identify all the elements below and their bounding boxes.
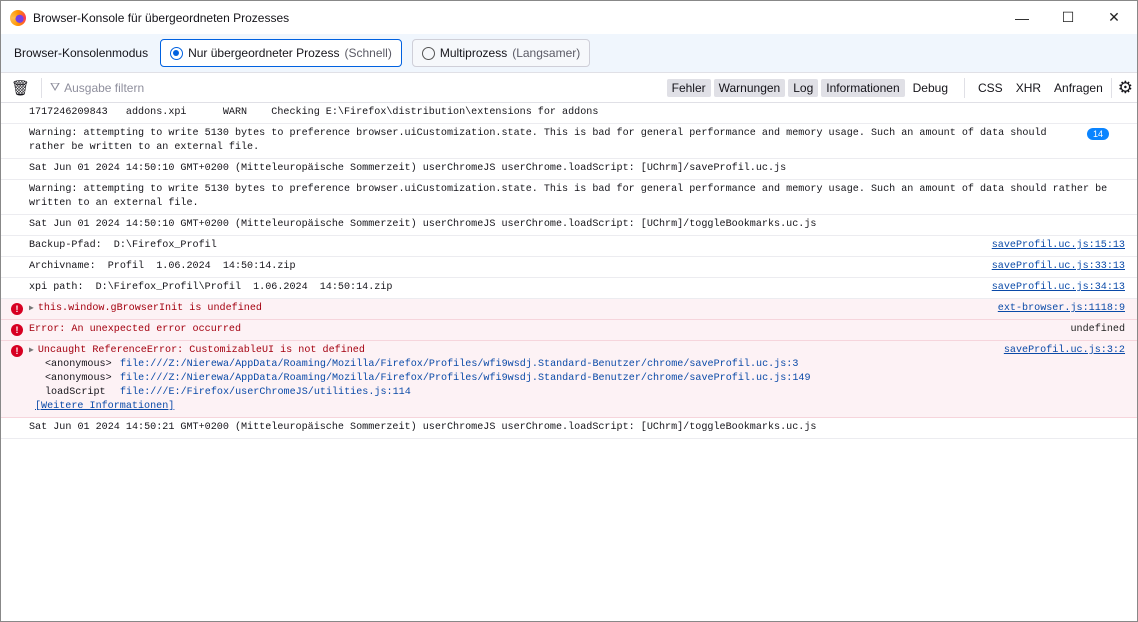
more-info-link[interactable]: [Weitere Informationen] bbox=[35, 401, 174, 412]
source-link[interactable]: saveProfil.uc.js:34:13 bbox=[992, 281, 1125, 295]
message-text: Warning: attempting to write 5130 bytes … bbox=[29, 184, 1114, 209]
close-button[interactable]: ✕ bbox=[1091, 1, 1137, 34]
funnel-icon: ⛛ bbox=[50, 80, 61, 94]
error-message: ! Error: An unexpected error occurred unde… bbox=[1, 320, 1137, 341]
filter-warnings[interactable]: Warnungen bbox=[713, 78, 786, 97]
message-text: Warning: attempting to write 5130 bytes … bbox=[29, 128, 1053, 153]
filter-xhr[interactable]: XHR bbox=[1011, 79, 1046, 97]
repeat-count-badge: 14 bbox=[1086, 128, 1109, 140]
mode-multiprocess-radio[interactable]: Multiprozess (Langsamer) bbox=[411, 39, 591, 67]
error-body: Error: An unexpected error occurred bbox=[29, 323, 1060, 337]
log-message: Backup-Pfad: D:\Firefox_Profil saveProfil… bbox=[1, 236, 1137, 257]
message-text: Sat Jun 01 2024 14:50:10 GMT+0200 (Mitte… bbox=[29, 163, 787, 174]
message-text: Backup-Pfad: D:\Firefox_Profil bbox=[29, 240, 217, 251]
frame-function: <anonymous> bbox=[45, 359, 112, 370]
filter-requests[interactable]: Anfragen bbox=[1049, 79, 1108, 97]
filter-info[interactable]: Informationen bbox=[821, 78, 905, 97]
error-line: ▶ this.window.gBrowserInit is undefined bbox=[29, 302, 988, 316]
error-icon: ! bbox=[11, 345, 23, 357]
error-message: ! ▶ Uncaught ReferenceError: CustomizableU… bbox=[1, 341, 1137, 418]
message-text: xpi path: D:\Firefox_Profil\Profil 1.06.… bbox=[29, 282, 393, 293]
frame-location[interactable]: file:///Z:/Nierewa/AppData/Roaming/Mozil… bbox=[120, 373, 811, 384]
option-label: Multiprozess bbox=[439, 46, 508, 60]
log-message: Sat Jun 01 2024 14:50:21 GMT+0200 (Mitte… bbox=[1, 418, 1137, 439]
filter-log[interactable]: Log bbox=[788, 78, 819, 97]
frame-location[interactable]: file:///E:/Firefox/userChromeJS/utilitie… bbox=[120, 387, 411, 398]
error-icon: ! bbox=[11, 324, 23, 336]
divider bbox=[964, 77, 966, 98]
option-hint: (Schnell) bbox=[344, 46, 392, 60]
console-toolbar: 🗑 ⛛ Ausgabe filtern Fehler Warnungen Log… bbox=[1, 73, 1137, 103]
option-label: Nur übergeordneter Prozess bbox=[188, 46, 340, 60]
filter-debug[interactable]: Debug bbox=[908, 79, 953, 97]
error-line: ▶ Uncaught ReferenceError: CustomizableUI… bbox=[29, 344, 994, 358]
radio-icon bbox=[421, 46, 435, 60]
error-text: Uncaught ReferenceError: CustomizableUI … bbox=[37, 345, 365, 356]
firefox-logo-icon bbox=[10, 9, 26, 26]
window-title: Browser-Konsole für übergeordneten Proze… bbox=[33, 10, 290, 25]
log-message: Sat Jun 01 2024 14:50:10 GMT+0200 (Mitte… bbox=[1, 159, 1137, 180]
filter-css[interactable]: CSS bbox=[973, 79, 1008, 97]
expand-twisty-icon[interactable]: ▶ bbox=[29, 346, 34, 355]
minimize-button[interactable]: — bbox=[999, 1, 1045, 34]
stack-frame: <anonymous> file:///Z:/Nierewa/AppData/Ro… bbox=[29, 358, 994, 372]
option-hint: (Langsamer) bbox=[512, 46, 581, 60]
frame-location[interactable]: file:///Z:/Nierewa/AppData/Roaming/Mozil… bbox=[120, 359, 798, 370]
log-message: Warning: attempting to write 5130 bytes … bbox=[1, 180, 1137, 215]
message-text: Sat Jun 01 2024 14:50:21 GMT+0200 (Mitte… bbox=[29, 422, 817, 433]
title-bar: Browser-Konsole für übergeordneten Proze… bbox=[1, 1, 1137, 34]
console-mode-bar: Browser-Konsolenmodus Nur übergeordneter… bbox=[1, 34, 1137, 73]
source-link[interactable]: saveProfil.uc.js:3:2 bbox=[1004, 344, 1125, 414]
source-link[interactable]: saveProfil.uc.js:33:13 bbox=[992, 260, 1125, 274]
filter-errors[interactable]: Fehler bbox=[666, 78, 711, 97]
mode-label: Browser-Konsolenmodus bbox=[14, 46, 149, 60]
source-link[interactable]: saveProfil.uc.js:15:13 bbox=[992, 239, 1125, 253]
frame-function: <anonymous> bbox=[45, 373, 112, 384]
error-line: Error: An unexpected error occurred bbox=[29, 323, 1060, 337]
error-message: ! ▶ this.window.gBrowserInit is undefined e… bbox=[1, 299, 1137, 320]
error-text: Error: An unexpected error occurred bbox=[29, 324, 242, 335]
clear-console-trash-icon[interactable]: 🗑 bbox=[11, 79, 33, 97]
stack-frame: loadScript file:///E:/Firefox/userChromeJ… bbox=[29, 386, 994, 400]
log-message: xpi path: D:\Firefox_Profil\Profil 1.06.… bbox=[1, 278, 1137, 299]
radio-icon bbox=[170, 46, 184, 60]
message-text: 1717246209843 addons.xpi WARN Checking E… bbox=[29, 107, 599, 118]
error-body: ▶ Uncaught ReferenceError: CustomizableUI… bbox=[29, 344, 994, 414]
divider bbox=[41, 77, 42, 98]
log-message: Archivname: Profil 1.06.2024 14:50:14.zi… bbox=[1, 257, 1137, 278]
mode-parent-process-radio[interactable]: Nur übergeordneter Prozess (Schnell) bbox=[160, 39, 402, 67]
console-output: 1717246209843 addons.xpi WARN Checking E… bbox=[1, 103, 1137, 439]
filter-input[interactable]: ⛛ Ausgabe filtern bbox=[50, 80, 667, 95]
log-message: 1717246209843 addons.xpi WARN Checking E… bbox=[1, 103, 1137, 124]
source-link: undefined bbox=[1070, 324, 1125, 335]
message-text: Sat Jun 01 2024 14:50:10 GMT+0200 (Mitte… bbox=[29, 219, 817, 230]
stack-frame: <anonymous> file:///Z:/Nierewa/AppData/Ro… bbox=[29, 372, 994, 386]
divider bbox=[1110, 77, 1112, 98]
message-text: Archivname: Profil 1.06.2024 14:50:14.zi… bbox=[29, 261, 296, 272]
log-message: Warning: attempting to write 5130 bytes … bbox=[1, 124, 1137, 159]
error-text: this.window.gBrowserInit is undefined bbox=[37, 303, 262, 314]
error-icon: ! bbox=[11, 303, 23, 315]
frame-function: loadScript bbox=[45, 387, 106, 398]
settings-gear-icon[interactable]: ⚙ bbox=[1118, 78, 1133, 98]
log-message: Sat Jun 01 2024 14:50:10 GMT+0200 (Mitte… bbox=[1, 215, 1137, 236]
maximize-button[interactable]: ☐ bbox=[1045, 1, 1091, 34]
error-body: ▶ this.window.gBrowserInit is undefined bbox=[29, 302, 988, 316]
source-link[interactable]: ext-browser.js:1118:9 bbox=[998, 302, 1125, 316]
expand-twisty-icon[interactable]: ▶ bbox=[29, 304, 34, 313]
filter-placeholder: Ausgabe filtern bbox=[64, 80, 145, 95]
more-info: [Weitere Informationen] bbox=[29, 400, 994, 414]
